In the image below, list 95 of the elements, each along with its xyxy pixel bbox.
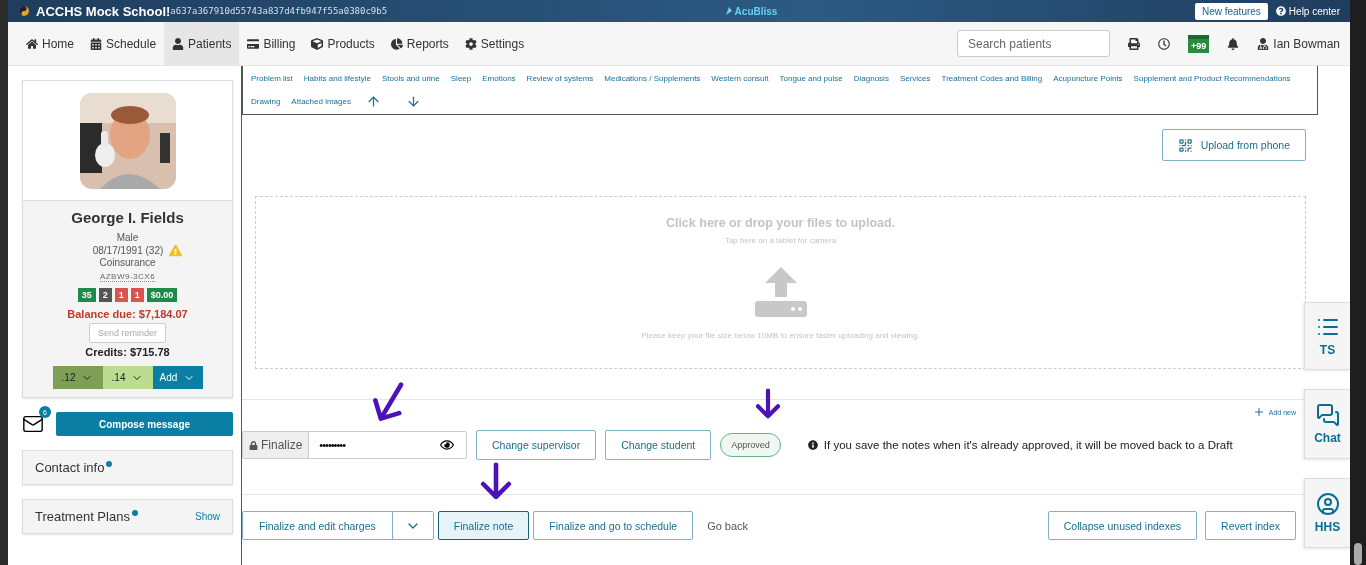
side-tab[interactable]: TS (1304, 302, 1350, 370)
nav-tab[interactable]: Products (303, 22, 383, 65)
logo-icon (18, 5, 30, 17)
section-link[interactable]: Western consult (711, 72, 769, 86)
count-badge: $0.00 (146, 288, 178, 302)
section-link[interactable]: Problem list (251, 72, 293, 86)
section-link[interactable]: Services (899, 72, 931, 86)
person-icon (1315, 492, 1340, 516)
collapsible-panel[interactable]: Contact info (22, 450, 233, 485)
change-button[interactable]: Change student (605, 430, 712, 460)
help-center-link[interactable]: Help center (1275, 5, 1340, 17)
arrow-down-icon[interactable] (405, 94, 421, 109)
count-badge: 1 (130, 288, 144, 302)
nav-tab[interactable]: Billing (239, 22, 304, 65)
chat-icon (1315, 403, 1340, 427)
credits: Credits: $715.78 (85, 346, 170, 358)
clock-icon[interactable] (1158, 37, 1170, 50)
count-badge: 1 (114, 288, 128, 302)
section-link[interactable]: Drawing (251, 94, 281, 109)
balance-due: Balance due: $7,184.07 (67, 308, 188, 320)
info-icon (807, 440, 818, 450)
dropdown-button[interactable]: .12 (52, 366, 103, 389)
section-link[interactable]: Sleep (450, 72, 472, 86)
info-message: If you save the notes when it's already approved, it will be moved back to a Draft (807, 439, 1233, 451)
side-tab[interactable]: Chat (1304, 389, 1350, 459)
section-link[interactable]: Stools and urine (381, 72, 440, 86)
print-icon[interactable] (1128, 37, 1140, 50)
index-button[interactable]: Collapse unused indexes (1047, 511, 1198, 540)
lock-icon (249, 440, 258, 450)
upload-from-phone-button[interactable]: Upload from phone (1161, 129, 1306, 161)
collapsible-panel[interactable]: Treatment Plans Show (22, 499, 233, 534)
cube-icon (311, 37, 324, 50)
section-link[interactable]: Acupuncture Points (1053, 72, 1123, 86)
new-features-button[interactable]: New features (1194, 2, 1268, 20)
section-link[interactable]: Attached images (291, 94, 351, 109)
message-badge[interactable]: +99 (1188, 34, 1210, 53)
section-link[interactable]: Habits and lifestyle (303, 72, 371, 86)
section-link[interactable]: Tongue and pulse (779, 72, 843, 86)
section-link[interactable]: Diagnosis (853, 72, 889, 86)
section-link[interactable]: Emotions (482, 72, 516, 86)
patient-insurance: Coinsurance (99, 257, 156, 269)
password-value: ••••••••• (319, 439, 346, 451)
search-field[interactable]: Search patients (957, 30, 1110, 57)
eye-icon[interactable] (440, 438, 454, 452)
panel-title: Treatment Plans (35, 509, 130, 524)
nav-tab[interactable]: Reports (382, 22, 457, 65)
count-badge: 35 (77, 288, 96, 302)
patient-sex: Male (116, 232, 139, 244)
plus-icon (1252, 406, 1265, 418)
finalize-edit-charges-button[interactable]: Finalize and edit charges (243, 512, 393, 539)
finalize-password-field[interactable]: Finalize ••••••••• (242, 431, 467, 459)
brand-logo: AcuBliss (724, 5, 778, 17)
nav-tab[interactable]: Home (18, 22, 82, 65)
mail-icon[interactable] (22, 413, 44, 435)
leaf-icon (724, 6, 733, 16)
school-name: ACCHS Mock School! (36, 3, 171, 19)
settings-icon (464, 37, 477, 50)
section-link[interactable]: Medications / Supplements (604, 72, 701, 86)
card-icon (247, 37, 260, 50)
action-button[interactable]: Finalize note (437, 511, 530, 540)
section-link[interactable]: Supplement and Product Recommendations (1133, 72, 1291, 86)
drop-title: Click here or drop your files to upload. (665, 216, 896, 230)
help-icon (1275, 6, 1286, 16)
go-back-link[interactable]: Go back (707, 519, 749, 532)
dropdown-button[interactable]: .14 (102, 366, 153, 389)
session-hash: a637a367910d55743a837d4fb947f55a0380c9b5 (170, 6, 388, 16)
nav-tab[interactable]: Schedule (82, 22, 165, 65)
user-icon (1257, 37, 1270, 50)
index-button[interactable]: Revert index (1205, 511, 1296, 540)
patient-code: AZBW9-3CX6 (99, 272, 156, 282)
finalize-label: Finalize (243, 432, 310, 458)
qr-code-icon (1177, 137, 1193, 153)
section-link[interactable]: Review of systems (526, 72, 594, 86)
user-menu[interactable]: Ian Bowman (1257, 36, 1340, 51)
compose-message-button[interactable]: Compose message (56, 412, 233, 436)
upload-icon (752, 267, 809, 319)
pie-chart-icon (390, 37, 403, 50)
calendar-icon (90, 37, 102, 50)
change-button[interactable]: Change supervisor (476, 430, 597, 460)
side-tab[interactable]: HHS (1304, 478, 1350, 548)
nav-tab[interactable]: Patients (164, 22, 240, 65)
count-badge: 2 (98, 288, 112, 302)
home-icon (26, 37, 38, 50)
approved-status: Approved (720, 433, 781, 457)
bell-icon[interactable] (1227, 37, 1240, 50)
section-link[interactable]: Treatment Codes and Billing (941, 72, 1043, 86)
panel-title: Contact info (35, 460, 105, 475)
user-icon (172, 37, 185, 50)
patient-dob: 08/17/1991 (32) (92, 244, 164, 257)
action-button[interactable]: Finalize and go to schedule (533, 511, 694, 540)
patient-name: George I. Fields (71, 209, 184, 226)
show-link[interactable]: Show (195, 511, 220, 522)
dropdown-button[interactable]: Add (152, 366, 203, 389)
nav-tab[interactable]: Settings (456, 22, 533, 65)
scrollbar-thumb[interactable] (1354, 543, 1362, 565)
